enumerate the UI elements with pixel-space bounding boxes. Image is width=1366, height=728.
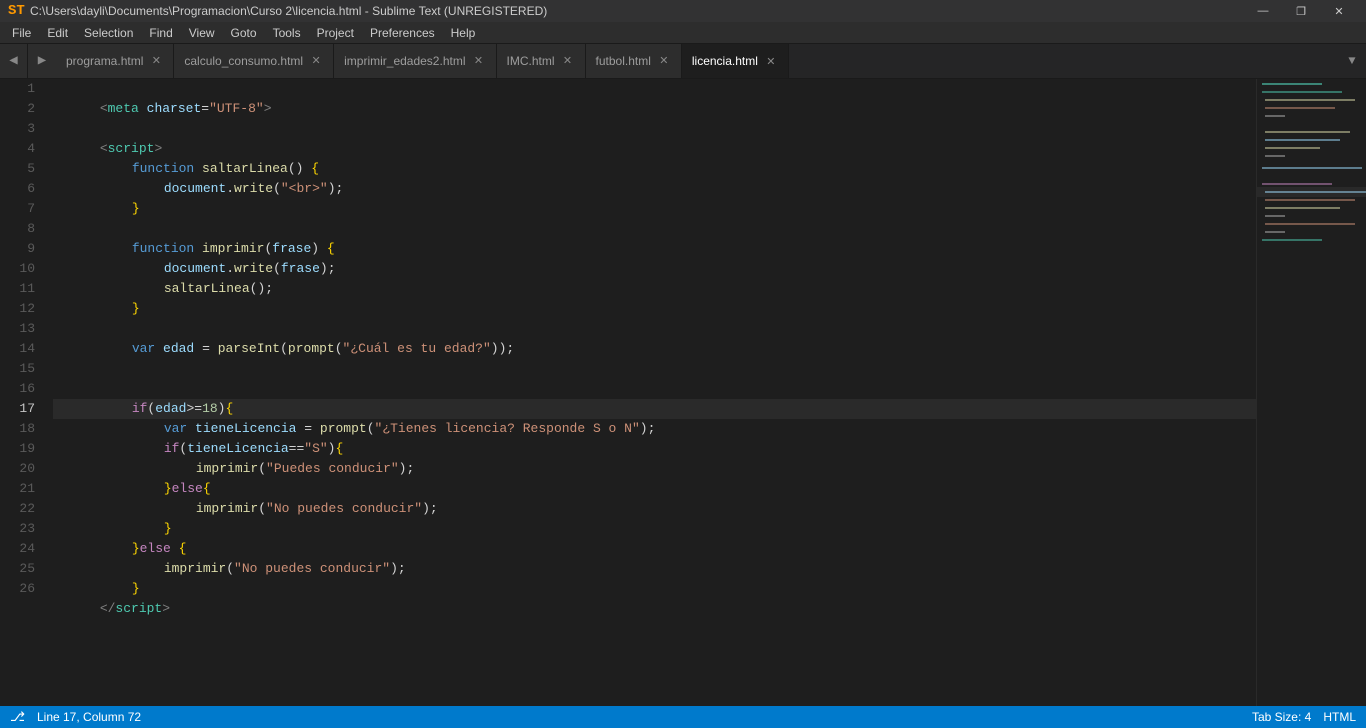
code-line-23: }else {	[53, 519, 1256, 539]
menu-file[interactable]: File	[4, 22, 39, 44]
tab-label: imprimir_edades2.html	[344, 54, 465, 68]
line-num-15: 15	[0, 359, 45, 379]
line-num-16: 16	[0, 379, 45, 399]
tab-label: licencia.html	[692, 54, 758, 68]
menu-preferences[interactable]: Preferences	[362, 22, 443, 44]
maximize-button[interactable]: ❐	[1282, 0, 1320, 22]
line-num-13: 13	[0, 319, 45, 339]
line-num-11: 11	[0, 279, 45, 299]
tab-futbol[interactable]: futbol.html ✕	[586, 44, 682, 78]
code-line-26: </script>	[53, 579, 1256, 599]
tab-imc[interactable]: IMC.html ✕	[497, 44, 586, 78]
status-language[interactable]: HTML	[1323, 710, 1356, 724]
line-num-12: 12	[0, 299, 45, 319]
line-num-21: 21	[0, 479, 45, 499]
line-num-24: 24	[0, 539, 45, 559]
line-num-22: 22	[0, 499, 45, 519]
title-bar: ST C:\Users\dayli\Documents\Programacion…	[0, 0, 1366, 22]
menu-help[interactable]: Help	[443, 22, 484, 44]
tab-close-imc[interactable]: ✕	[561, 54, 575, 68]
tab-label: IMC.html	[507, 54, 555, 68]
code-line-17: var tieneLicencia = prompt("¿Tienes lice…	[53, 399, 1256, 419]
code-line-12	[53, 299, 1256, 319]
tab-close-futbol[interactable]: ✕	[657, 54, 671, 68]
code-line-15	[53, 359, 1256, 379]
line-num-5: 5	[0, 159, 45, 179]
line-num-10: 10	[0, 259, 45, 279]
line-num-7: 7	[0, 199, 45, 219]
line-num-2: 2	[0, 99, 45, 119]
line-num-3: 3	[0, 119, 45, 139]
status-tab-size[interactable]: Tab Size: 4	[1252, 710, 1311, 724]
tab-nav-left[interactable]: ◀	[0, 44, 28, 78]
menu-project[interactable]: Project	[309, 22, 362, 44]
minimap-svg	[1257, 79, 1366, 599]
close-button[interactable]: ✕	[1320, 0, 1358, 22]
line-num-19: 19	[0, 439, 45, 459]
line-num-4: 4	[0, 139, 45, 159]
window-controls: — ❐ ✕	[1244, 0, 1358, 22]
menu-goto[interactable]: Goto	[223, 22, 265, 44]
tab-close-licencia[interactable]: ✕	[764, 54, 778, 68]
status-bar: ⎇ Line 17, Column 72 Tab Size: 4 HTML	[0, 706, 1366, 728]
status-position[interactable]: Line 17, Column 72	[37, 710, 141, 724]
code-line-3: <script>	[53, 119, 1256, 139]
menu-tools[interactable]: Tools	[265, 22, 309, 44]
line-num-14: 14	[0, 339, 45, 359]
status-left: ⎇ Line 17, Column 72	[10, 709, 141, 725]
tab-programa[interactable]: programa.html ✕	[56, 44, 174, 78]
code-line-24: imprimir("No puedes conducir");	[53, 539, 1256, 559]
status-right: Tab Size: 4 HTML	[1252, 710, 1356, 724]
title-text: C:\Users\dayli\Documents\Programacion\Cu…	[30, 4, 547, 18]
code-line-8: function imprimir(frase) {	[53, 219, 1256, 239]
tab-nav-right[interactable]: ▶	[28, 44, 56, 78]
menu-find[interactable]: Find	[141, 22, 180, 44]
code-editor[interactable]: <meta charset="UTF-8"> <script> function…	[45, 79, 1256, 706]
line-number-gutter: 1 2 3 4 5 6 7 8 9 10 11 12 13 14 15 16 1…	[0, 79, 45, 706]
menu-bar: File Edit Selection Find View Goto Tools…	[0, 22, 1366, 44]
line-num-18: 18	[0, 419, 45, 439]
editor-area: 1 2 3 4 5 6 7 8 9 10 11 12 13 14 15 16 1…	[0, 79, 1366, 706]
menu-selection[interactable]: Selection	[76, 22, 141, 44]
line-num-25: 25	[0, 559, 45, 579]
code-line-1: <meta charset="UTF-8">	[53, 79, 1256, 99]
tab-label: calculo_consumo.html	[184, 54, 303, 68]
tab-overflow-button[interactable]: ▼	[1338, 44, 1366, 78]
line-num-26: 26	[0, 579, 45, 599]
tab-bar: ◀ ▶ programa.html ✕ calculo_consumo.html…	[0, 44, 1366, 79]
code-line-4: function saltarLinea() {	[53, 139, 1256, 159]
minimize-button[interactable]: —	[1244, 0, 1282, 22]
code-line-16: if(edad>=18){	[53, 379, 1256, 399]
status-branch-icon: ⎇	[10, 709, 25, 725]
tab-calculo[interactable]: calculo_consumo.html ✕	[174, 44, 334, 78]
minimap[interactable]	[1256, 79, 1366, 706]
tab-label: programa.html	[66, 54, 143, 68]
tab-close-programa[interactable]: ✕	[149, 54, 163, 68]
line-num-1: 1	[0, 79, 45, 99]
line-num-8: 8	[0, 219, 45, 239]
line-num-17: 17	[0, 399, 45, 419]
tab-label: futbol.html	[596, 54, 651, 68]
tab-close-calculo[interactable]: ✕	[309, 54, 323, 68]
line-num-20: 20	[0, 459, 45, 479]
tab-imprimir[interactable]: imprimir_edades2.html ✕	[334, 44, 496, 78]
code-line-13: var edad = parseInt(prompt("¿Cuál es tu …	[53, 319, 1256, 339]
tab-close-imprimir[interactable]: ✕	[472, 54, 486, 68]
menu-edit[interactable]: Edit	[39, 22, 76, 44]
code-line-21: imprimir("No puedes conducir");	[53, 479, 1256, 499]
app-icon: ST	[8, 3, 24, 19]
line-num-23: 23	[0, 519, 45, 539]
line-num-6: 6	[0, 179, 45, 199]
menu-view[interactable]: View	[181, 22, 223, 44]
line-num-9: 9	[0, 239, 45, 259]
code-line-7	[53, 199, 1256, 219]
tab-licencia[interactable]: licencia.html ✕	[682, 44, 789, 78]
